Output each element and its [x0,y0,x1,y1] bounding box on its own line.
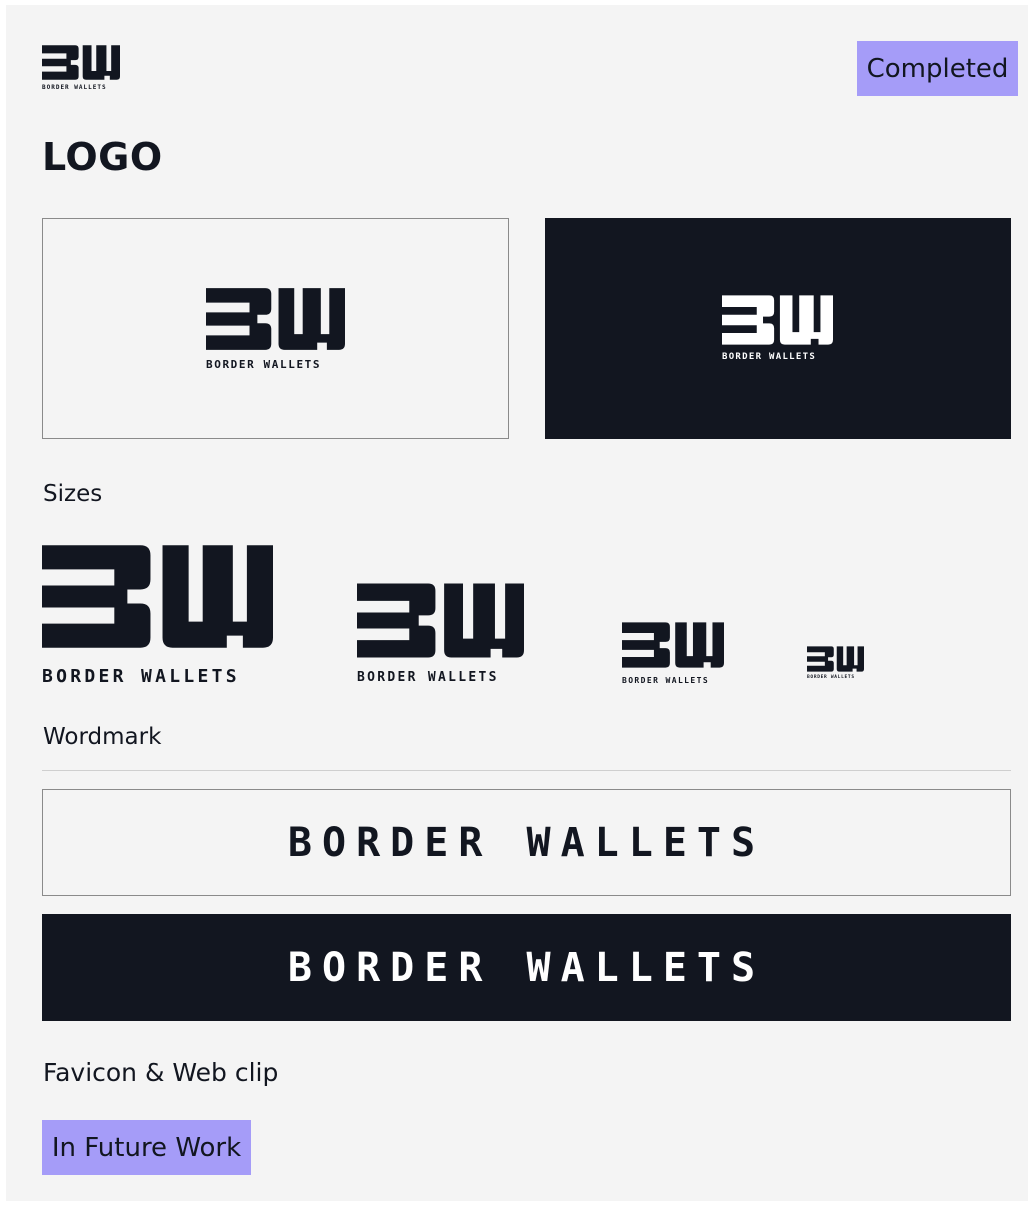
header-logo-mark [42,45,120,80]
logo-size-md-wordmark: BORDER WALLETS [622,676,710,685]
logo-mark-light [722,295,833,345]
logo-light-panel: BORDER WALLETS [42,218,509,439]
status-badge-completed: Completed [857,41,1018,96]
logo-dark-panel: BORDER WALLETS [545,218,1011,439]
favicon-label: Favicon & Web clip [43,1058,279,1087]
page: BORDER WALLETS Completed LOGO BORDER WAL… [6,5,1028,1201]
page-title: LOGO [42,135,163,179]
wordmark-label: Wordmark [43,724,162,750]
status-badge-future-work: In Future Work [42,1120,251,1175]
logo-size-xl-mark [42,545,273,648]
logo-size-md: BORDER WALLETS [622,622,727,692]
logo-mark-dark [206,288,345,350]
sizes-label: Sizes [43,481,103,507]
logo-size-sm-mark [807,646,864,672]
wordmark-light-panel: BORDER WALLETS [42,789,1011,896]
wordmark-dark-text: BORDER WALLETS [287,819,766,866]
logo-size-lg-wordmark: BORDER WALLETS [357,670,499,685]
logo-size-sm: BORDER WALLETS [807,646,867,686]
wordmark-divider [42,770,1011,771]
logo-size-xl: BORDER WALLETS [42,545,278,690]
logo-size-lg: BORDER WALLETS [357,583,529,693]
logo-size-lg-mark [357,583,524,658]
logo-size-md-mark [622,622,724,668]
wordmark-light-text: BORDER WALLETS [287,944,766,991]
logo-wordmark-dark: BORDER WALLETS [206,358,322,371]
logo-size-sm-wordmark: BORDER WALLETS [807,675,855,680]
logo-size-xl-wordmark: BORDER WALLETS [42,666,240,687]
header-logo[interactable]: BORDER WALLETS [42,45,122,95]
logo-wordmark-light: BORDER WALLETS [722,352,817,362]
header-logo-wordmark: BORDER WALLETS [42,84,107,91]
wordmark-dark-panel: BORDER WALLETS [42,914,1011,1021]
